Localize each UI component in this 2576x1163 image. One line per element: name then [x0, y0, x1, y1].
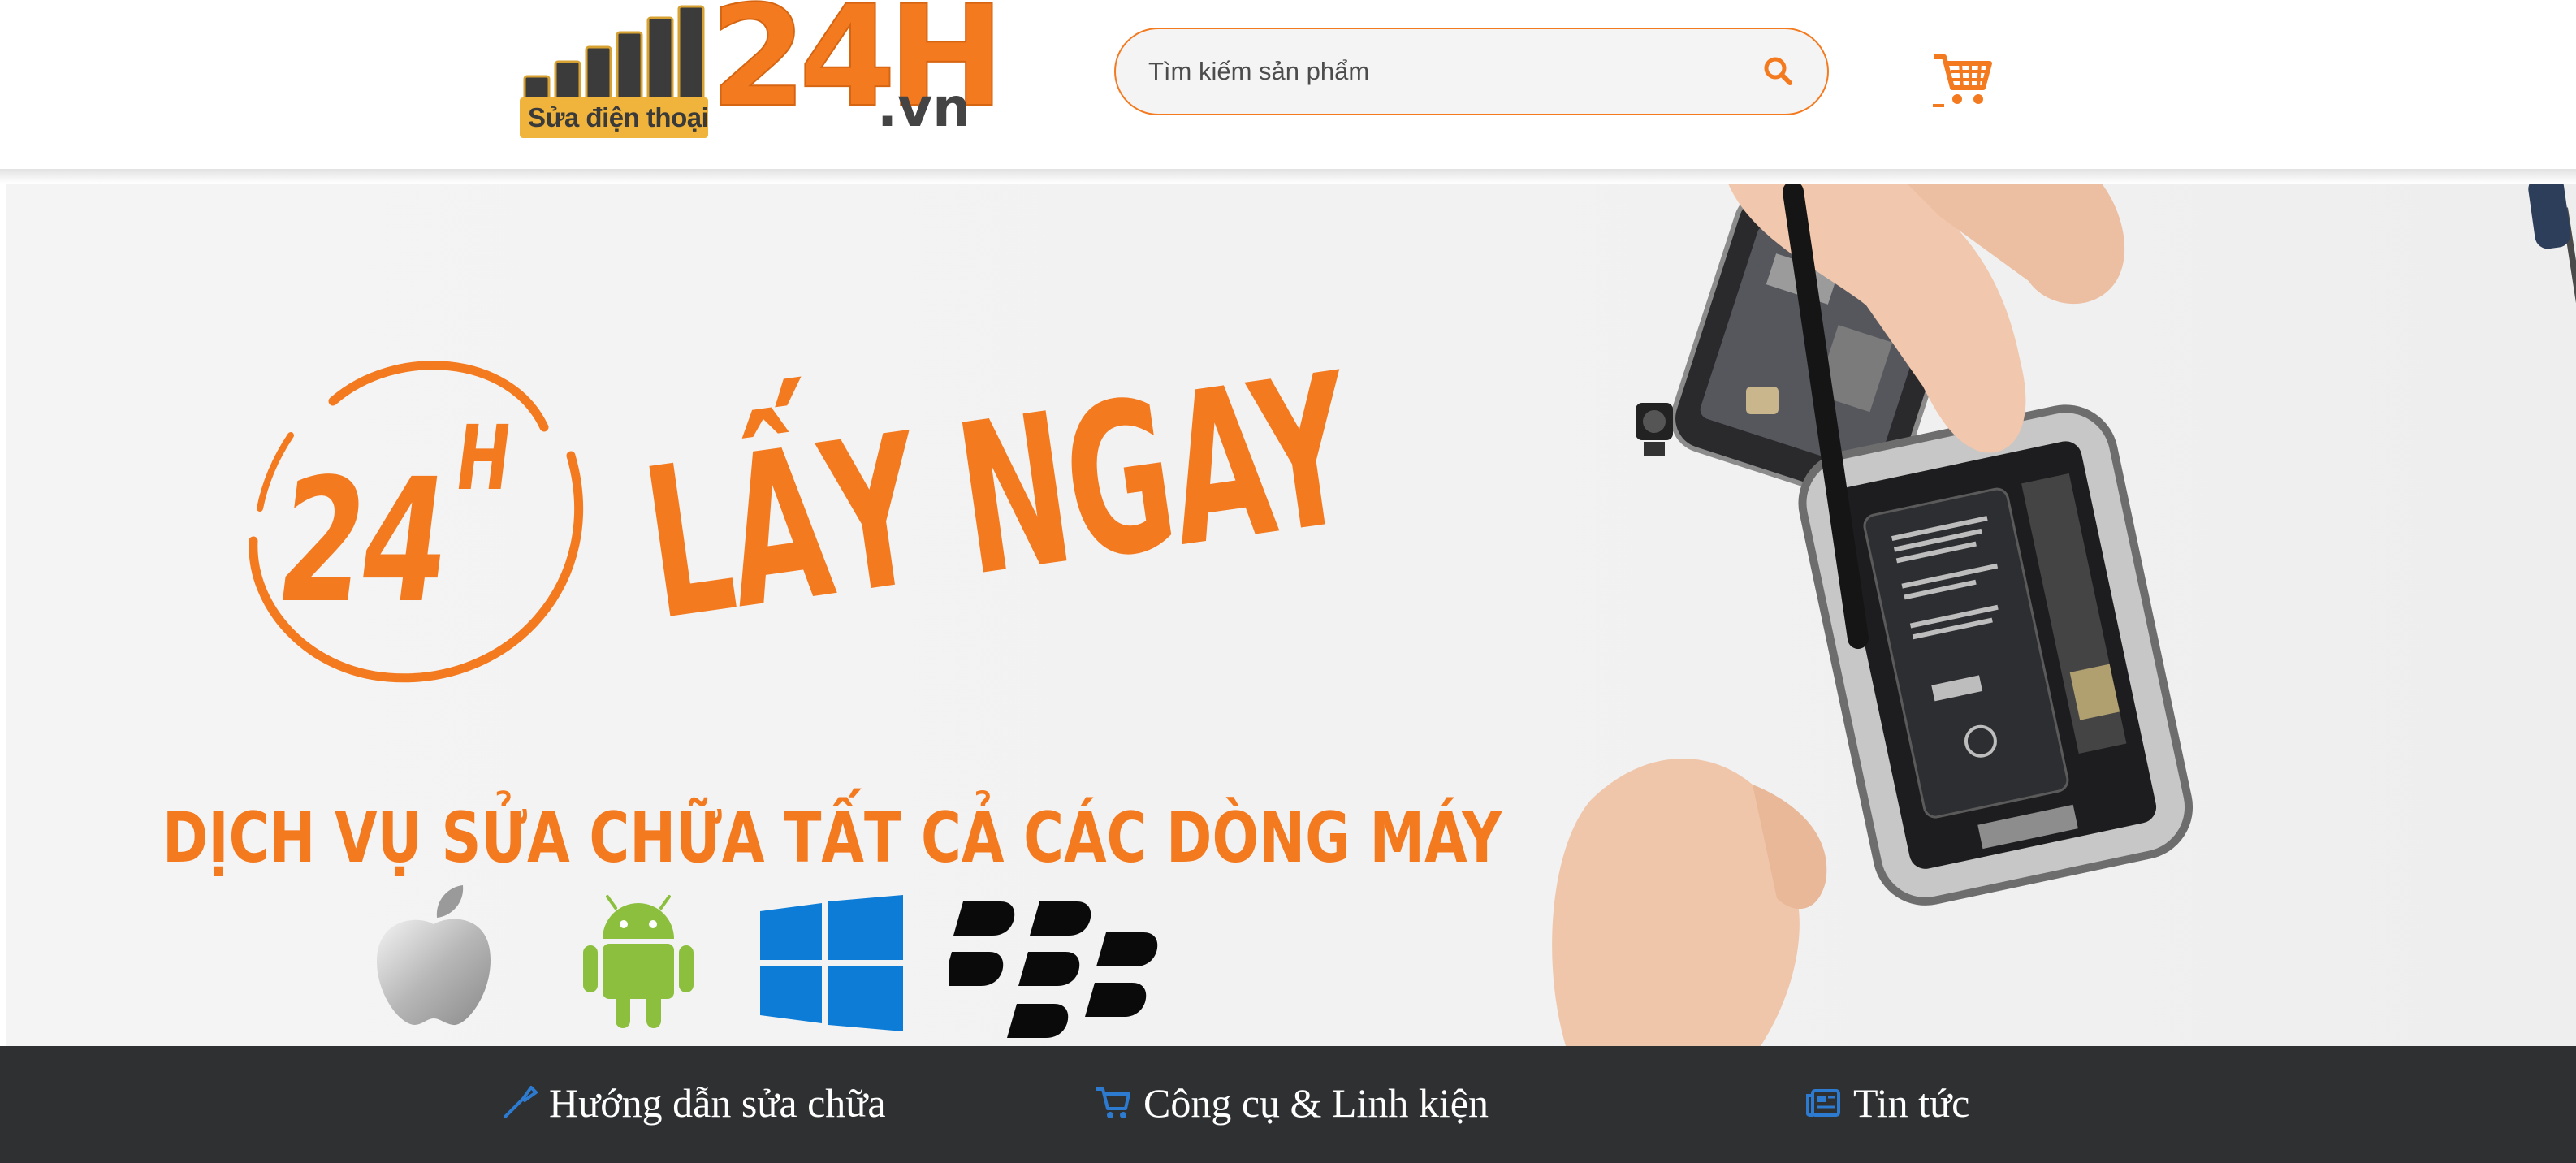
newspaper-icon	[1806, 1089, 1840, 1117]
main-nav: Hướng dẫn sửa chữa Công cụ & Linh kiện T…	[0, 1046, 2576, 1163]
nav-repair-guides-label: Hướng dẫn sửa chữa	[549, 1080, 886, 1126]
site-header: Sửa điện thoại 24H .vn	[0, 0, 2576, 184]
banner-headline: LẤY NGAY	[632, 328, 1365, 668]
search-input[interactable]	[1148, 49, 1733, 94]
android-logo-icon	[583, 895, 694, 1028]
phone-repair-photo	[1552, 184, 2576, 1046]
nav-repair-guides[interactable]: Hướng dẫn sửa chữa	[500, 1069, 886, 1137]
banner-badge-number: 24	[267, 442, 456, 641]
nav-news-label: Tin tức	[1853, 1080, 1970, 1126]
apple-logo-icon	[377, 885, 491, 1026]
site-logo[interactable]: Sửa điện thoại 24H .vn	[520, 0, 1005, 143]
logo-tagline: Sửa điện thoại	[528, 102, 709, 132]
search-bar	[1114, 28, 1829, 115]
logo-domain-suffix: .vn	[877, 76, 971, 139]
cart-icon[interactable]	[1933, 49, 1993, 110]
nav-tools-parts-label: Công cụ & Linh kiện	[1143, 1080, 1489, 1126]
windows-logo-icon	[760, 895, 903, 1031]
search-icon[interactable]	[1759, 52, 1798, 91]
nav-news[interactable]: Tin tức	[1804, 1069, 1969, 1137]
page: Sửa điện thoại 24H .vn Tìm kiếm sản phẩm…	[0, 0, 2576, 1163]
hero-banner[interactable]: 24 H LẤY NGAY DỊCH VỤ SỬA CHỮA TẤT CẢ CÁ…	[6, 184, 2576, 1046]
banner-subline: DỊCH VỤ SỬA CHỮA TẤT CẢ CÁC DÒNG MÁY	[162, 798, 1502, 879]
cart-icon	[1096, 1087, 1130, 1118]
header-shadow	[0, 169, 2576, 184]
blackberry-logo-icon	[949, 901, 1158, 1038]
screwdriver-icon	[504, 1086, 538, 1118]
nav-tools-parts[interactable]: Công cụ & Linh kiện	[1095, 1069, 1489, 1137]
